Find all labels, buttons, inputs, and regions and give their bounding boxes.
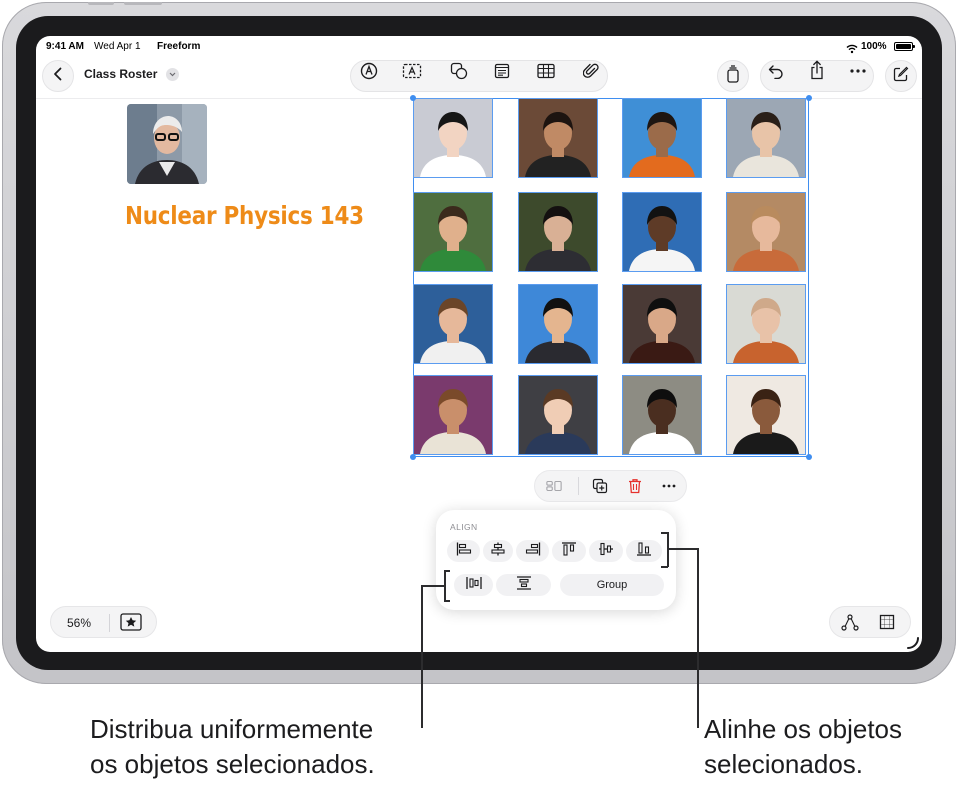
student-portrait-12[interactable] bbox=[726, 284, 806, 364]
back-button[interactable] bbox=[42, 60, 74, 92]
volume-button bbox=[124, 2, 162, 5]
student-portrait-8[interactable] bbox=[726, 192, 806, 272]
student-portrait-6[interactable] bbox=[518, 192, 598, 272]
align-center-horizontal-icon bbox=[490, 542, 506, 561]
distribute-caption-line2: os objetos selecionados. bbox=[90, 749, 375, 779]
student-portrait-5[interactable] bbox=[413, 192, 493, 272]
distribute-vertically-icon bbox=[516, 575, 532, 595]
align-caption-line1: Alinhe os objetos bbox=[704, 714, 903, 744]
context-bar-separator bbox=[578, 477, 579, 495]
align-center-horizontal-button[interactable] bbox=[483, 540, 513, 562]
distribute-vertically-button[interactable] bbox=[496, 574, 551, 596]
teacher-portrait[interactable] bbox=[127, 104, 207, 184]
share-icon[interactable] bbox=[807, 60, 827, 80]
more-icon[interactable] bbox=[661, 478, 677, 494]
align-bottom-button[interactable] bbox=[626, 540, 662, 562]
student-portrait-4[interactable] bbox=[726, 98, 806, 178]
align-heading: ALIGN bbox=[450, 522, 478, 532]
distribute-horizontally-icon bbox=[465, 576, 482, 595]
student-portrait-16[interactable] bbox=[726, 375, 806, 455]
freeform-screen: 9:41 AM Wed Apr 1 Freeform 100% Class Ro… bbox=[36, 36, 922, 652]
selection-handle[interactable] bbox=[806, 454, 812, 460]
align-bottom-icon bbox=[636, 541, 652, 561]
group-button[interactable]: Group bbox=[560, 574, 664, 596]
title-dropdown-chevron-icon[interactable] bbox=[166, 68, 179, 81]
distribute-horizontally-button[interactable] bbox=[454, 574, 493, 596]
battery-icon bbox=[894, 42, 915, 51]
recently-deleted-button[interactable] bbox=[717, 60, 749, 92]
zoom-separator bbox=[109, 614, 110, 632]
undo-icon[interactable] bbox=[766, 61, 786, 81]
view-options-bar bbox=[829, 606, 911, 638]
align-right-icon bbox=[525, 542, 541, 561]
align-top-button[interactable] bbox=[552, 540, 586, 562]
zoom-control[interactable]: 56% bbox=[50, 606, 157, 638]
wifi-icon bbox=[846, 41, 858, 59]
battery-percent: 100% bbox=[861, 41, 887, 52]
sticky-note-icon[interactable] bbox=[492, 61, 512, 81]
status-time: 9:41 AM bbox=[46, 41, 84, 52]
selection-handle[interactable] bbox=[410, 95, 416, 101]
connection-lines-icon[interactable] bbox=[841, 614, 859, 636]
align-middle-button[interactable] bbox=[589, 540, 623, 562]
shapes-icon[interactable] bbox=[449, 61, 469, 81]
student-portrait-3[interactable] bbox=[622, 98, 702, 178]
distribute-caption-line1: Distribua uniformemente bbox=[90, 714, 374, 744]
group-button-label: Group bbox=[596, 579, 628, 591]
recently-deleted-icon bbox=[726, 64, 740, 88]
student-portrait-14[interactable] bbox=[518, 375, 598, 455]
more-icon[interactable] bbox=[848, 61, 868, 81]
back-chevron-icon bbox=[53, 67, 63, 86]
attachment-icon[interactable] bbox=[581, 61, 601, 81]
student-portrait-11[interactable] bbox=[622, 284, 702, 364]
duplicate-icon[interactable] bbox=[592, 478, 608, 494]
student-portrait-1[interactable] bbox=[413, 98, 493, 178]
student-portrait-9[interactable] bbox=[413, 284, 493, 364]
status-date: Wed Apr 1 bbox=[94, 41, 141, 52]
selection-handle[interactable] bbox=[410, 454, 416, 460]
student-portrait-7[interactable] bbox=[622, 192, 702, 272]
align-right-button[interactable] bbox=[516, 540, 549, 562]
selection-handle[interactable] bbox=[806, 95, 812, 101]
favorite-star-icon[interactable] bbox=[120, 613, 142, 636]
student-portrait-13[interactable] bbox=[413, 375, 493, 455]
align-panel: ALIGN Group bbox=[436, 510, 676, 610]
volume-button bbox=[88, 2, 114, 5]
align-top-icon bbox=[561, 541, 577, 561]
align-caption-line2: selecionados. bbox=[704, 749, 863, 779]
board-name[interactable]: Class Roster bbox=[84, 67, 157, 81]
grid-icon[interactable] bbox=[879, 614, 895, 635]
align-left-button[interactable] bbox=[447, 540, 480, 562]
student-portrait-10[interactable] bbox=[518, 284, 598, 364]
new-board-button[interactable] bbox=[885, 60, 917, 92]
pen-tool-icon[interactable] bbox=[359, 61, 379, 81]
align-left-icon bbox=[456, 542, 472, 561]
text-box-icon[interactable] bbox=[402, 61, 422, 81]
student-portrait-2[interactable] bbox=[518, 98, 598, 178]
delete-icon[interactable] bbox=[627, 478, 643, 494]
arrange-icon[interactable] bbox=[546, 478, 562, 494]
student-portrait-15[interactable] bbox=[622, 375, 702, 455]
zoom-level[interactable]: 56% bbox=[67, 616, 91, 630]
corner-grabber-icon bbox=[906, 636, 920, 652]
board-title-text[interactable]: Nuclear Physics 143 bbox=[125, 201, 364, 230]
align-middle-icon bbox=[598, 542, 614, 561]
table-icon[interactable] bbox=[536, 61, 556, 81]
new-board-icon bbox=[893, 66, 909, 87]
status-app-name: Freeform bbox=[157, 41, 201, 52]
insert-tools-bar bbox=[350, 60, 608, 92]
